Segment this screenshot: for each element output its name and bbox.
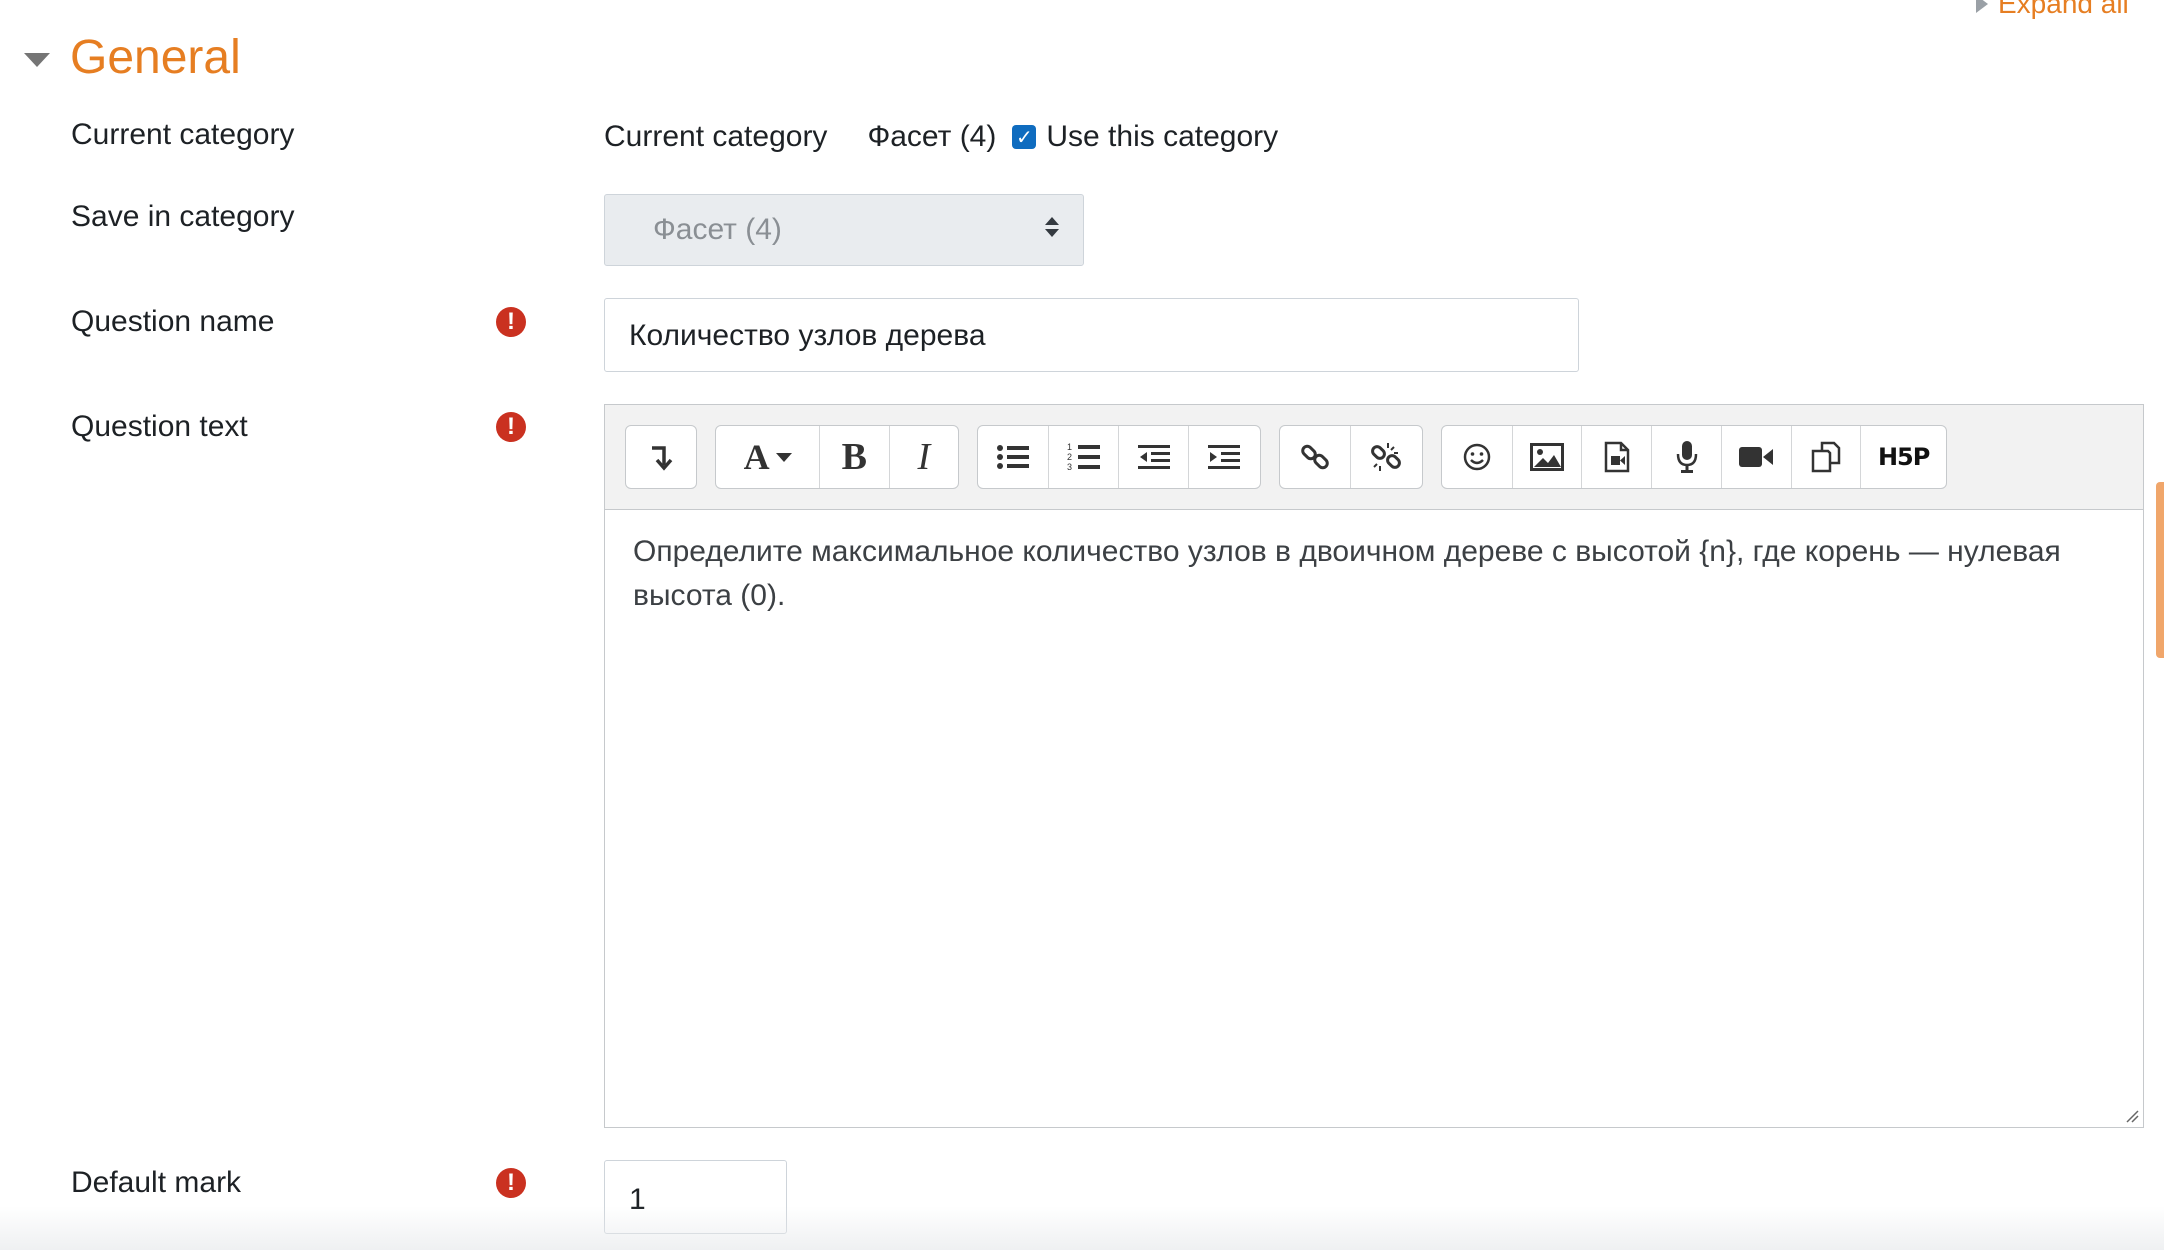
question-name-input[interactable]: Количество узлов дерева [604, 298, 1579, 372]
h5p-icon[interactable]: H5P [1860, 426, 1946, 488]
media-icon[interactable] [1581, 426, 1651, 488]
resize-handle-icon[interactable] [2125, 1109, 2139, 1123]
question-text-content: Определите максимальное количество узлов… [633, 535, 2061, 612]
default-mark-label: Default mark [71, 1166, 242, 1199]
current-category-inline-label: Current category [604, 120, 828, 153]
current-category-value: Фасет (4) [867, 120, 997, 153]
expand-all-label: Expand all [1998, 0, 2129, 19]
record-video-icon[interactable] [1720, 426, 1791, 488]
question-text-editor: A B I 123 H5P Определите максимальное ко… [604, 404, 2144, 1128]
font-style-icon[interactable]: A [716, 426, 819, 488]
ordered-list-icon[interactable]: 123 [1048, 426, 1118, 488]
editor-content-area[interactable]: Определите максимальное количество узлов… [605, 509, 2143, 1127]
expand-all-link[interactable]: Expand all [1976, 0, 2129, 20]
collapse-chevron-icon[interactable] [24, 53, 50, 67]
svg-text:1: 1 [1067, 442, 1072, 452]
use-this-category-checkbox[interactable]: ✓ [1012, 125, 1037, 149]
bold-icon[interactable]: B [819, 426, 888, 488]
toolbar-group-style: A B I [715, 425, 959, 489]
required-icon: ! [496, 1168, 526, 1198]
toolbar-group-collapse [625, 425, 697, 489]
save-in-category-select[interactable]: Фасет (4) [604, 194, 1084, 266]
toolbar-group-lists: 123 [977, 425, 1261, 489]
current-category-label: Current category [71, 118, 295, 151]
use-this-category-label[interactable]: Use this category [1046, 120, 1278, 154]
section-title[interactable]: General [70, 30, 241, 85]
unlink-icon[interactable] [1350, 426, 1420, 488]
question-text-label: Question text [71, 410, 248, 443]
current-category-row: Current category Фасет (4) ✓ Use this ca… [604, 120, 1278, 154]
italic-icon[interactable]: I [888, 426, 958, 488]
image-icon[interactable] [1511, 426, 1582, 488]
show-more-buttons-icon[interactable] [626, 426, 696, 488]
svg-text:2: 2 [1067, 452, 1072, 462]
indent-icon[interactable] [1188, 426, 1258, 488]
h5p-label: H5P [1877, 443, 1930, 471]
expand-icon [1976, 0, 1988, 13]
toolbar-group-links [1279, 425, 1423, 489]
unordered-list-icon[interactable] [978, 426, 1048, 488]
manage-files-icon[interactable] [1790, 426, 1861, 488]
bottom-shadow [0, 1206, 2164, 1250]
required-icon: ! [496, 307, 526, 337]
save-in-category-label: Save in category [71, 200, 295, 233]
select-arrows-icon [1045, 217, 1059, 237]
record-audio-icon[interactable] [1651, 426, 1721, 488]
question-name-label: Question name [71, 305, 275, 338]
svg-text:3: 3 [1067, 462, 1072, 472]
emoji-icon[interactable] [1442, 426, 1512, 488]
required-icon: ! [496, 412, 526, 442]
editor-toolbar: A B I 123 H5P [605, 405, 2143, 509]
toolbar-group-media: H5P [1441, 425, 1947, 489]
side-drawer-tab[interactable] [2156, 482, 2164, 658]
save-in-category-selected: Фасет (4) [653, 213, 782, 246]
link-icon[interactable] [1280, 426, 1350, 488]
outdent-icon[interactable] [1118, 426, 1188, 488]
